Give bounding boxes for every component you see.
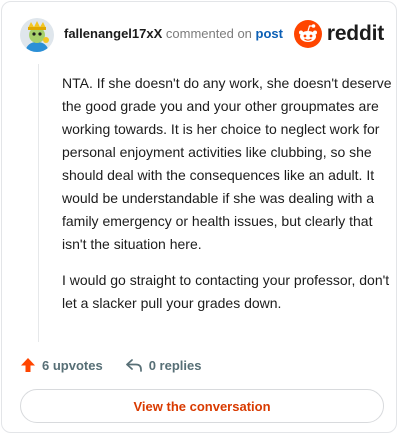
commented-on-text: commented on: [165, 26, 252, 41]
view-conversation-button[interactable]: View the conversation: [20, 389, 384, 423]
reddit-brand[interactable]: reddit: [293, 20, 384, 48]
comment-body: NTA. If she doesn't do any work, she doe…: [62, 72, 392, 328]
brand-wordmark: reddit: [326, 22, 384, 45]
reply-button[interactable]: 0 replies: [125, 357, 202, 373]
upvote-button[interactable]: 6 upvotes: [20, 357, 103, 373]
comment-meta: fallenangel17xX commented on post: [64, 26, 283, 41]
comment-paragraph-2: I would go straight to contacting your p…: [62, 272, 390, 311]
comment-card: fallenangel17xX commented on post reddit…: [1, 1, 397, 433]
upvote-arrow-icon: [21, 358, 35, 372]
username[interactable]: fallenangel17xX: [64, 26, 162, 41]
comment-header: fallenangel17xX commented on post reddit: [20, 18, 386, 54]
reddit-logo-icon: [293, 20, 322, 48]
snoo-avatar-icon: [20, 18, 54, 52]
upvotes-count: 6 upvotes: [42, 357, 103, 373]
thread-line: [38, 64, 39, 342]
comment-paragraph-1: NTA. If she doesn't do any work, she doe…: [62, 75, 392, 252]
reply-arrow-icon: [125, 359, 142, 372]
user-avatar[interactable]: [20, 18, 54, 52]
comment-actions: 6 upvotes 0 replies: [20, 354, 223, 376]
replies-count: 0 replies: [148, 357, 202, 373]
post-link[interactable]: post: [256, 26, 283, 41]
